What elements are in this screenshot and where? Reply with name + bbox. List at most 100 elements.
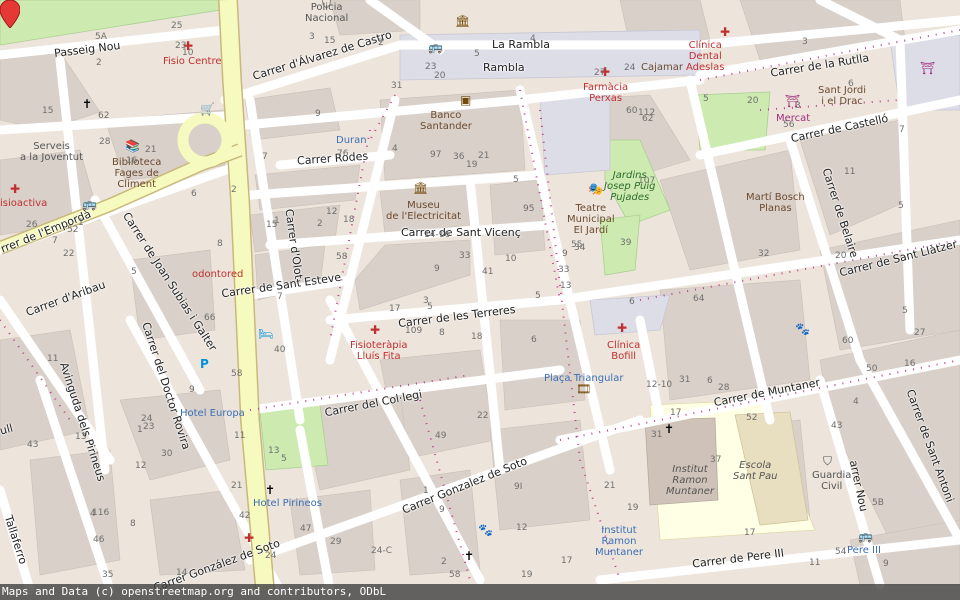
map-attribution: Maps and Data (c) openstreetmap.org and … — [0, 584, 960, 600]
poi-clinica-bofill[interactable]: Clínica Bofill — [607, 340, 640, 362]
map-base-layer — [0, 0, 960, 595]
house-number: 43 — [831, 421, 843, 431]
house-number: 18 — [343, 215, 355, 225]
house-number: 6 — [848, 79, 854, 89]
house-number: 9 — [315, 109, 321, 119]
poi-institut-ramon-muntaner: Institut Ramon Muntaner — [666, 464, 714, 497]
house-number: 55 — [571, 240, 583, 250]
house-number: 97 — [430, 150, 442, 160]
house-number: 58 — [449, 570, 461, 580]
church-icon: ✝ — [82, 97, 93, 111]
poi-banco-santander[interactable]: Banco Santander — [420, 110, 472, 132]
house-number: 2 — [96, 58, 102, 68]
house-number: 6 — [707, 376, 713, 386]
house-number: 9 — [883, 559, 889, 569]
house-number: 26 — [26, 220, 38, 230]
theatre-icon: 🎭 — [588, 182, 603, 196]
house-number: 19 — [521, 570, 533, 580]
house-number: 15 — [42, 106, 54, 116]
house-number: 39 — [620, 238, 632, 248]
poi-teatre-municipal[interactable]: Teatre Municipal El Jardí — [567, 203, 615, 236]
poi-fisioterapia-lluis-fita[interactable]: Fisioteràpia Lluís Fita — [350, 340, 407, 362]
house-number: 10 — [505, 254, 517, 264]
house-number: 60 — [626, 106, 638, 116]
poi-guardia-civil[interactable]: Guardia Civil — [812, 470, 851, 492]
poi-marti-bosch: Martí Bosch Planas — [746, 192, 805, 214]
church-icon: ✝ — [265, 483, 276, 497]
bank-icon: 🏛 — [455, 14, 471, 28]
house-number: 7 — [52, 236, 58, 246]
house-number: 24 — [141, 414, 153, 424]
house-number: 14-16 — [424, 230, 451, 240]
museum-icon: 🏛 — [413, 181, 429, 195]
house-number: 12 — [326, 207, 338, 217]
poi-odontored[interactable]: odontored — [192, 269, 243, 280]
house-number: 32 — [758, 249, 770, 259]
house-number: 5 — [131, 267, 137, 277]
house-number: 49 — [435, 431, 447, 441]
house-number: 33 — [459, 251, 471, 261]
poi-museu-electricitat[interactable]: Museu de l'Electricitat — [386, 200, 461, 222]
house-number: 4 — [853, 397, 859, 407]
house-number: 15 — [324, 36, 336, 46]
street-label-carrer-sant-vicenc: Carrer de Sant Vicenç — [401, 226, 521, 239]
house-number: 62 — [98, 111, 110, 121]
house-number: 107 — [638, 176, 656, 186]
house-number: 24 — [265, 551, 277, 561]
veterinary-icon: 🐾 — [795, 322, 810, 336]
house-number: 12-10 — [646, 380, 673, 390]
house-number: 41 — [482, 267, 494, 277]
house-number: 2 — [317, 219, 323, 229]
house-number: 9 — [434, 264, 440, 274]
house-number: 17 — [561, 556, 573, 566]
hospital-icon: ✚ — [720, 25, 731, 39]
library-icon: 📚 — [125, 139, 140, 153]
location-marker-icon[interactable] — [0, 0, 20, 28]
hospital-icon: ✚ — [244, 531, 255, 545]
bus-stop-icon: 🚌 — [858, 529, 873, 543]
poi-pere-iii-stop[interactable]: Pere III — [847, 545, 881, 556]
house-number: 21 — [145, 145, 157, 155]
house-number: 28 — [718, 383, 730, 393]
shop-icon: 🛒 — [200, 102, 215, 116]
parking-icon: P — [200, 357, 209, 371]
house-number: 7 — [899, 125, 905, 135]
house-number: 5A — [95, 32, 107, 42]
house-number: 43 — [27, 440, 39, 450]
poi-cajamar[interactable]: Cajamar — [641, 62, 683, 73]
house-number: 62 — [642, 114, 654, 124]
house-number: 58 — [336, 252, 348, 262]
house-number: 11 — [809, 558, 821, 568]
house-number: 31 — [651, 430, 663, 440]
poi-farmacia-perxas[interactable]: Farmàcia Perxas — [583, 82, 628, 104]
street-label-la-rambla: La Rambla — [492, 38, 551, 51]
house-number: 30 — [161, 449, 173, 459]
house-number: 76 — [337, 149, 349, 159]
house-number: 28 — [99, 137, 111, 147]
poi-clinica-dental-adeslas[interactable]: Clínica Dental Adeslas — [686, 40, 725, 73]
house-number: 9 — [189, 385, 195, 395]
house-number: 50 — [866, 364, 878, 374]
house-number: 22 — [63, 249, 75, 259]
poi-duran[interactable]: Duran — [336, 135, 367, 146]
house-number: 21 — [478, 151, 490, 161]
house-number: 8 — [130, 519, 136, 529]
house-number: 4 — [392, 144, 398, 154]
house-number: 11 — [844, 167, 856, 177]
poi-hotel-europa[interactable]: Hotel Europa — [180, 408, 245, 419]
house-number: 14 — [176, 568, 188, 578]
poi-hotel-pirineos[interactable]: Hotel Pirineos — [253, 498, 322, 509]
house-number: 66 — [204, 313, 216, 323]
map-canvas[interactable]: Passeig Nou Carrer d'Álvarez de Castro L… — [0, 0, 960, 600]
poi-fisioactiva[interactable]: isioactiva — [0, 198, 47, 209]
house-number: 9 — [439, 505, 445, 515]
house-number: 9 — [562, 249, 568, 259]
house-number: 16 — [904, 359, 916, 369]
house-number: 33 — [558, 265, 570, 275]
police-icon: ⛉ — [322, 0, 332, 11]
poi-sant-jordi: Sant Jordi i el Drac — [818, 85, 867, 107]
house-number: 37 — [710, 455, 722, 465]
poi-institut-ramon-muntaner-2[interactable]: Institut Ramon Muntaner — [595, 525, 643, 558]
house-number: 7 — [277, 292, 283, 302]
house-number: 3 — [423, 296, 429, 306]
